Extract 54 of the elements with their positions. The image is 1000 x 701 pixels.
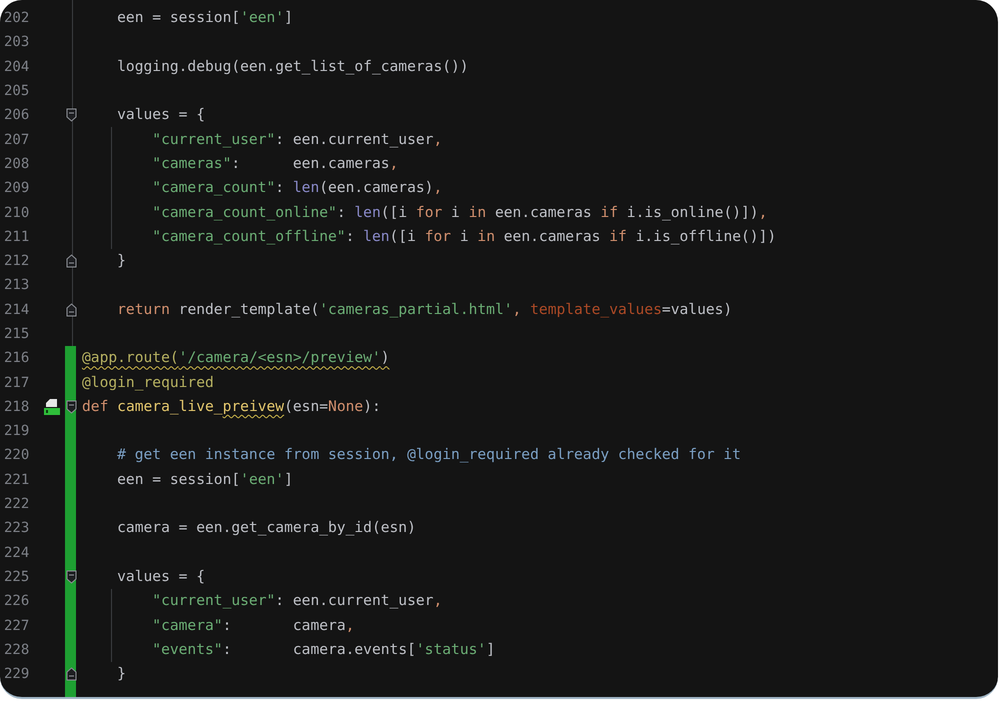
code-line: # get een instance from session, @login_required already checked for it [116,445,741,466]
code-line: een = session['een'] [116,8,293,28]
line-number: 211 [3,228,30,245]
code-line: "current_user": een.current_user, [151,591,442,612]
code-line: "cameras": een.cameras, [151,154,398,174]
code-line: logging.debug(een.get_list_of_cameras()) [116,56,469,77]
code-line: "events": camera.events['status'] [151,640,495,660]
code-line: "camera_count": len(een.cameras), [151,178,442,198]
line-number: 223 [3,520,30,536]
code-line: values = { [116,105,206,126]
code-line: "camera_count_online": len([i for i in een.cameras if i.is_online()]), [151,202,768,223]
code-line: } [116,251,126,272]
line-number: 225 [3,568,30,585]
line-number: 224 [3,544,30,561]
line-number: 227 [3,618,30,634]
line-number: 214 [3,302,30,318]
line-number: 209 [3,180,30,196]
code-line: def camera_live_preivew(esn=None): [82,396,381,417]
fold-icon[interactable] [66,302,77,317]
code-line: "camera": camera, [151,616,354,636]
fold-icon[interactable] [66,254,77,268]
line-number: 226 [3,593,30,610]
line-number: 208 [3,156,30,172]
line-number: 228 [3,642,30,658]
line-number: 205 [3,83,30,100]
code-line: return render_template('cameras_partial.html', template_values=values) [116,300,732,320]
fold-icon[interactable] [66,570,77,584]
fold-icon[interactable] [66,108,77,122]
line-number: 221 [3,472,30,488]
code-line: een = session['een'] [116,470,293,490]
fold-icon[interactable] [66,400,77,414]
code-line: @app.route('/camera/<esn>/preview') [82,348,390,368]
code-line: "current_user": een.current_user, [151,130,442,150]
line-number: 212 [3,253,30,270]
line-number: 229 [3,666,30,682]
line-number: 206 [3,107,30,124]
code-line: values = { [116,566,206,587]
line-number: 220 [3,447,30,464]
line-number: 204 [3,58,30,75]
line-number: 219 [3,423,30,440]
line-number: 215 [3,326,30,342]
line-number: 207 [3,132,30,148]
code-line: } [116,664,126,684]
code-line: camera = een.get_camera_by_id(esn) [116,518,416,538]
line-number: 203 [3,34,30,50]
code-line: @login_required [82,372,214,393]
line-number: 213 [3,277,30,294]
line-number: 210 [3,204,30,221]
line-number: 216 [3,350,30,366]
code-line: "camera_count_offline": len([i for i in een.cameras if i.is_offline()]) [151,226,776,247]
line-number: 217 [3,374,30,391]
line-number: 202 [3,10,30,26]
line-number: 222 [3,496,30,512]
line-number: 218 [3,398,30,415]
